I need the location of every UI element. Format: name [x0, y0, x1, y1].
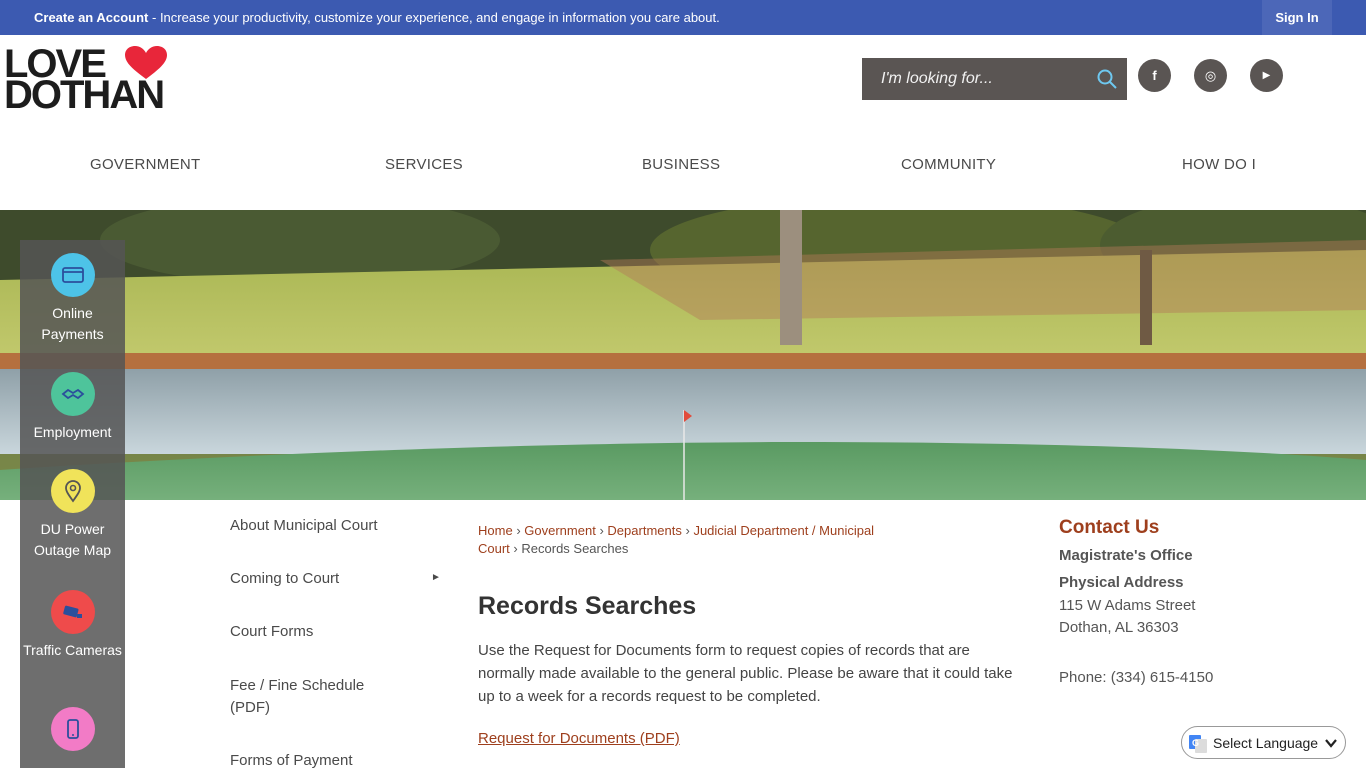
subnav-about-municipal-court[interactable]: About Municipal Court: [230, 515, 445, 537]
facebook-icon[interactable]: f: [1138, 59, 1171, 92]
quick-link-traffic-cameras[interactable]: Traffic Cameras: [20, 590, 125, 661]
quick-link-outage-map[interactable]: DU Power Outage Map: [20, 469, 125, 561]
contact-office: Magistrate's Office: [1059, 547, 1193, 564]
subnav-court-forms[interactable]: Court Forms: [230, 621, 445, 643]
page-title: Records Searches: [478, 592, 697, 620]
quick-link-employment[interactable]: Employment: [20, 372, 125, 443]
chevron-down-icon: [1325, 739, 1337, 748]
site-logo[interactable]: LOVE DOTHAN: [4, 44, 204, 117]
search-input[interactable]: [862, 58, 1092, 100]
subnav-fee-fine-schedule[interactable]: Fee / Fine Schedule (PDF): [230, 675, 400, 719]
account-bar: Create an Account - Increase your produc…: [0, 0, 1366, 35]
subnav-coming-to-court[interactable]: Coming to Court: [230, 568, 445, 590]
nav-services[interactable]: SERVICES: [385, 156, 463, 173]
handshake-icon: [50, 372, 95, 416]
sign-in-button[interactable]: Sign In: [1262, 0, 1332, 35]
main-nav: GOVERNMENT SERVICES BUSINESS COMMUNITY H…: [0, 140, 1366, 190]
language-select[interactable]: G Select Language: [1181, 726, 1346, 759]
search-icon[interactable]: [1096, 68, 1118, 90]
logo-text-dothan: DOTHAN: [4, 73, 165, 117]
youtube-icon[interactable]: ▶: [1250, 59, 1283, 92]
breadcrumb: Home › Government › Departments › Judici…: [478, 522, 908, 558]
contact-phone[interactable]: Phone: (334) 615-4150: [1059, 669, 1213, 686]
language-select-label: Select Language: [1213, 735, 1319, 751]
svg-text:G: G: [1192, 738, 1199, 748]
nav-community[interactable]: COMMUNITY: [901, 156, 996, 173]
quick-links-panel: Online Payments Employment DU Power Outa…: [20, 240, 125, 768]
hero-banner: [0, 210, 1366, 500]
contact-heading: Contact Us: [1059, 517, 1160, 538]
quick-link-label: Traffic Cameras: [23, 642, 122, 658]
breadcrumb-current: Records Searches: [521, 541, 629, 556]
instagram-icon[interactable]: ◎: [1194, 59, 1227, 92]
breadcrumb-home[interactable]: Home: [478, 523, 513, 538]
contact-street: 115 W Adams Street: [1059, 597, 1196, 614]
map-pin-icon: [50, 469, 95, 513]
create-account-link[interactable]: Create an Account: [34, 10, 148, 25]
contact-address-label: Physical Address: [1059, 574, 1184, 591]
request-documents-link[interactable]: Request for Documents (PDF): [478, 730, 680, 747]
submenu-arrow-icon[interactable]: ►: [431, 572, 441, 583]
nav-business[interactable]: BUSINESS: [642, 156, 720, 173]
breadcrumb-government[interactable]: Government: [524, 523, 596, 538]
quick-link-label: Employment: [33, 424, 112, 440]
nav-government[interactable]: GOVERNMENT: [90, 156, 201, 173]
phone-icon: [50, 707, 95, 751]
quick-link-online-payments[interactable]: Online Payments: [20, 253, 125, 345]
breadcrumb-separator: ›: [599, 523, 604, 538]
subnav-forms-of-payment[interactable]: Forms of Payment: [230, 750, 445, 772]
google-translate-icon: G: [1189, 735, 1207, 753]
quick-link-label: Online Payments: [41, 305, 104, 342]
breadcrumb-separator: ›: [513, 541, 518, 556]
breadcrumb-separator: ›: [516, 523, 521, 538]
breadcrumb-separator: ›: [685, 523, 690, 538]
camera-icon: [50, 590, 95, 634]
search-box: [862, 58, 1127, 100]
breadcrumb-departments[interactable]: Departments: [607, 523, 681, 538]
quick-link-label: DU Power Outage Map: [33, 521, 112, 558]
quick-link-contact[interactable]: [20, 707, 125, 757]
contact-city: Dothan, AL 36303: [1059, 619, 1179, 636]
account-message: Create an Account - Increase your produc…: [34, 10, 720, 25]
account-message-text: - Increase your productivity, customize …: [148, 10, 720, 25]
hero-image: [0, 210, 1366, 500]
page-body-text: Use the Request for Documents form to re…: [478, 642, 1013, 705]
credit-card-icon: [50, 253, 95, 297]
nav-how-do-i[interactable]: HOW DO I: [1182, 156, 1256, 173]
